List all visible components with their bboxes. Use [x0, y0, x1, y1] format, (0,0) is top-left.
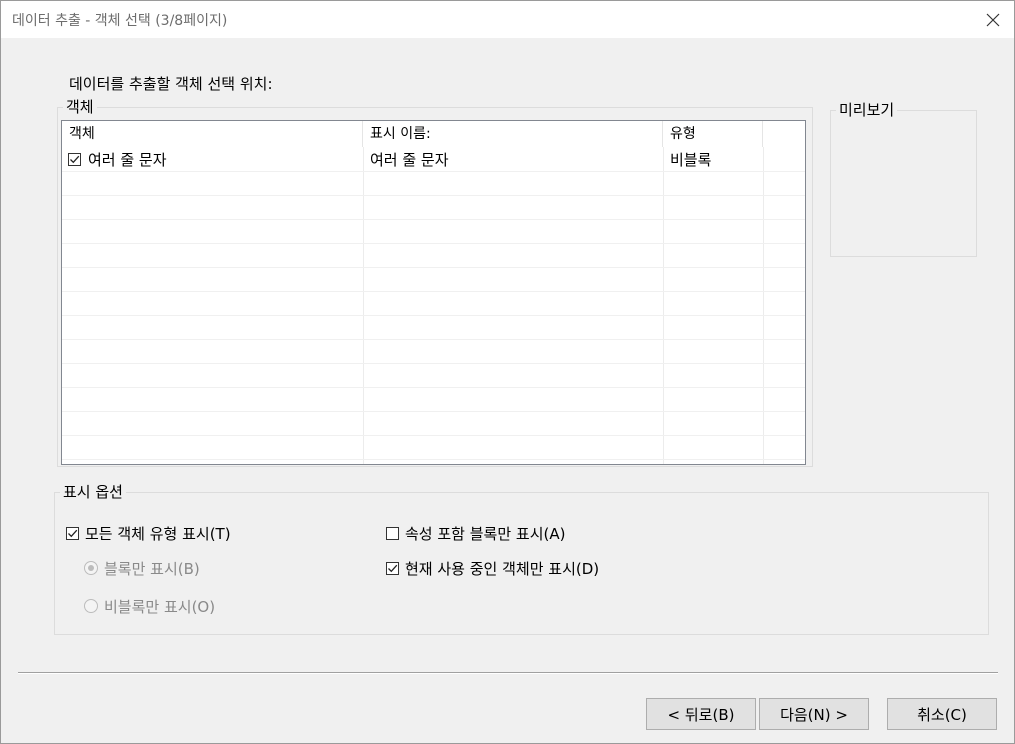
grid-line [62, 195, 805, 196]
blocks-only-radio[interactable] [84, 561, 98, 575]
radio-selected-dot [88, 565, 94, 571]
show-all-types-checkbox[interactable] [66, 527, 79, 540]
cancel-button[interactable]: 취소(C) [887, 698, 997, 730]
column-header-display-name[interactable]: 표시 이름: [363, 121, 663, 147]
selection-prompt: 데이터를 추출할 객체 선택 위치: [69, 75, 273, 93]
grid-line [62, 339, 805, 340]
show-all-types-label: 모든 객체 유형 표시(T) [85, 525, 231, 543]
close-icon [986, 13, 1000, 26]
footer-separator [18, 672, 998, 674]
objects-group-legend: 객체 [63, 97, 97, 117]
cell-type: 비블록 [670, 151, 712, 169]
row-checkbox[interactable] [68, 153, 81, 166]
window-title: 데이터 추출 - 객체 선택 (3/8페이지) [12, 13, 228, 29]
cell-display-name: 여러 줄 문자 [370, 151, 449, 169]
close-button[interactable] [972, 1, 1014, 38]
nonblocks-only-radio[interactable] [84, 599, 98, 613]
blocks-with-attributes-checkbox[interactable] [386, 527, 399, 540]
in-use-only-label: 현재 사용 중인 객체만 표시(D) [405, 560, 600, 578]
extract-data-dialog: 데이터 추출 - 객체 선택 (3/8페이지) 데이터를 추출할 객체 선택 위… [0, 0, 1015, 744]
blocks-with-attributes-label: 속성 포함 블록만 표시(A) [405, 525, 566, 543]
preview-group-legend: 미리보기 [836, 100, 898, 120]
grid-line [62, 291, 805, 292]
grid-line [62, 435, 805, 436]
grid-line [62, 411, 805, 412]
blocks-only-label: 블록만 표시(B) [104, 560, 200, 578]
in-use-only-checkbox[interactable] [386, 562, 399, 575]
column-header-object[interactable]: 객체 [62, 121, 363, 147]
checkmark-icon [388, 564, 398, 573]
preview-group: 미리보기 [830, 100, 977, 257]
grid-line [62, 387, 805, 388]
objects-list[interactable]: 객체 표시 이름: 유형 여러 줄 문자 여러 줄 문자 비블록 [61, 120, 806, 465]
title-bar: 데이터 추출 - 객체 선택 (3/8페이지) [1, 1, 1014, 38]
grid-line [62, 219, 805, 220]
display-options-legend: 표시 옵션 [60, 482, 126, 502]
grid-line [62, 363, 805, 364]
grid-line [62, 459, 805, 460]
checkmark-icon [68, 529, 78, 538]
checkmark-icon [70, 155, 80, 164]
cell-object: 여러 줄 문자 [88, 151, 167, 169]
back-button[interactable]: < 뒤로(B) [646, 698, 756, 730]
next-button[interactable]: 다음(N) > [759, 698, 869, 730]
column-header-type[interactable]: 유형 [663, 121, 763, 147]
grid-line [62, 267, 805, 268]
list-header: 객체 표시 이름: 유형 [62, 121, 805, 147]
grid-line [62, 315, 805, 316]
nonblocks-only-label: 비블록만 표시(O) [104, 598, 216, 616]
grid-line [62, 243, 805, 244]
